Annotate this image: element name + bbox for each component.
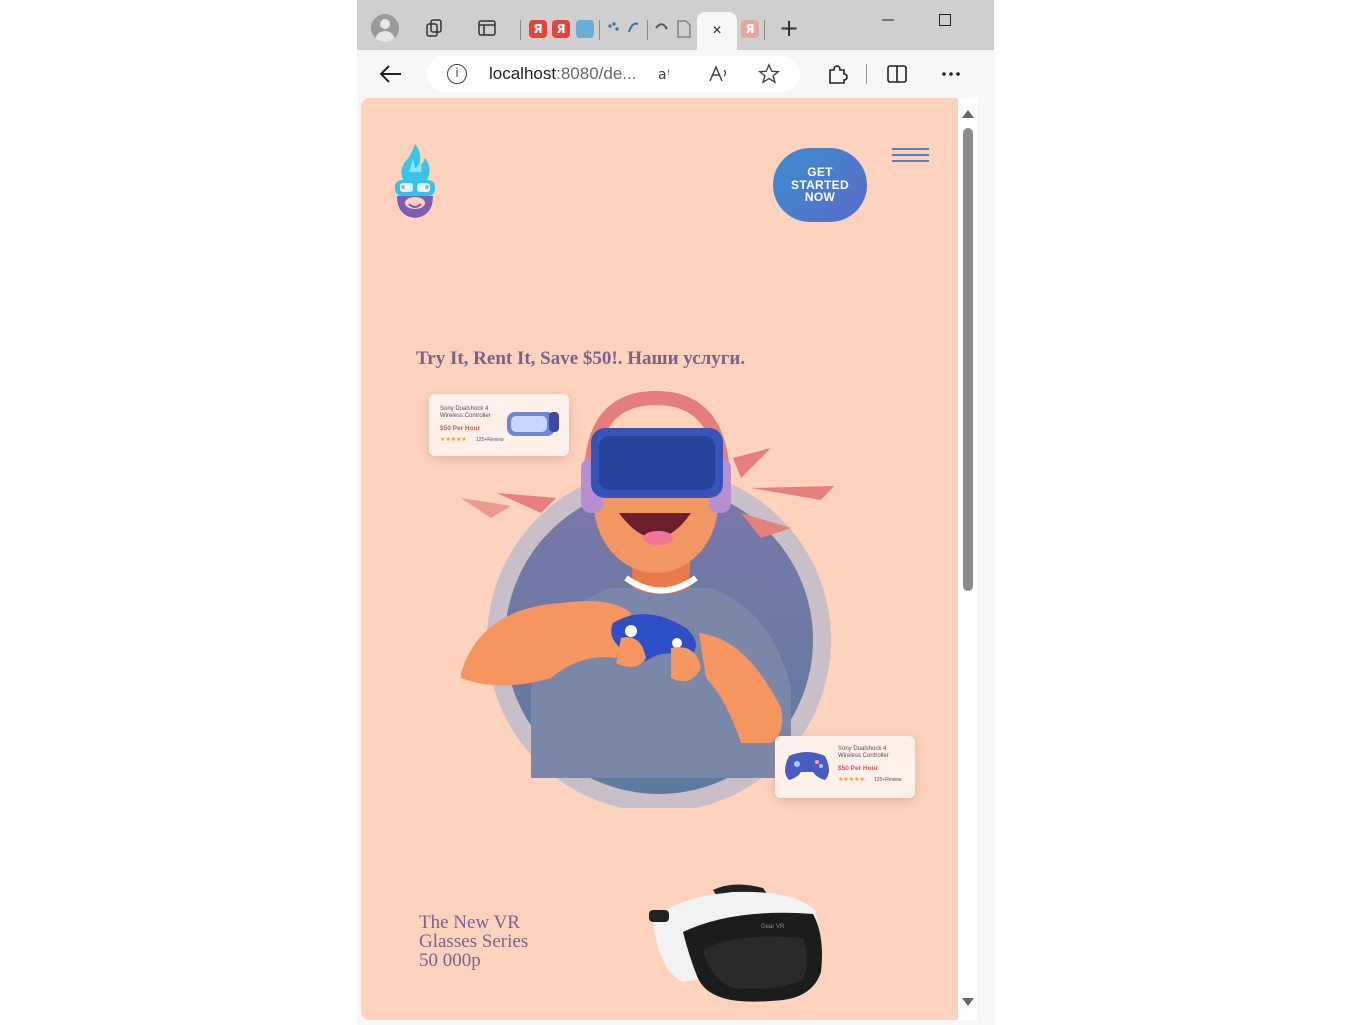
- url-text[interactable]: localhost:8080/de...: [489, 64, 636, 84]
- close-tab-icon[interactable]: ×: [712, 22, 721, 40]
- browser-window: Я Я × Я + i localhost:8080/de... a ꜝ GET…: [357, 0, 994, 1025]
- tab-loading-favicon[interactable]: [653, 20, 671, 38]
- scroll-up-arrow-icon[interactable]: [962, 110, 974, 118]
- card-product-name: Sony Dualshock 4 Wireless Controller: [440, 406, 491, 419]
- tab-dots-favicon[interactable]: [607, 20, 625, 38]
- address-bar[interactable]: i localhost:8080/de... aꜝ: [427, 56, 800, 92]
- vr-headset-product-image[interactable]: Gear VR: [643, 880, 825, 1009]
- address-bar-row: i localhost:8080/de... aꜝ: [357, 50, 994, 98]
- controller-rental-card[interactable]: Sony Dualshock 4 Wireless Controller $50…: [429, 394, 569, 456]
- extensions-puzzle-icon[interactable]: [823, 60, 851, 88]
- tab-dots-favicon[interactable]: [626, 20, 644, 38]
- get-started-label: GET STARTED NOW: [791, 165, 849, 205]
- vertical-tabs-icon[interactable]: [473, 14, 501, 42]
- back-arrow-icon[interactable]: [377, 60, 405, 88]
- tab-separator: [599, 20, 600, 40]
- card-rating-stars: ★★★★★: [838, 776, 865, 783]
- tab-strip: Я Я × Я +: [357, 0, 994, 50]
- card-review-count: 125+Review: [476, 437, 504, 443]
- vr-glasses-thumbnail-icon: [505, 406, 561, 445]
- svg-text:a: a: [658, 67, 667, 83]
- tab-gear-favicon[interactable]: [576, 20, 594, 38]
- read-aloud-icon[interactable]: [707, 62, 731, 86]
- translate-icon[interactable]: aꜝ: [657, 62, 681, 86]
- card-rating-stars: ★★★★★: [440, 436, 467, 443]
- split-screen-icon[interactable]: [883, 60, 911, 88]
- scroll-thumb[interactable]: [963, 128, 973, 591]
- vr-brand-print: Gear VR: [761, 924, 785, 930]
- more-menu-icon[interactable]: [937, 60, 965, 88]
- favorite-star-icon[interactable]: [757, 62, 781, 86]
- workspaces-icon[interactable]: [421, 14, 449, 42]
- svg-text:ꜝ: ꜝ: [667, 68, 670, 83]
- landing-page: GET STARTED NOW Try It, Rent It, Save $5…: [361, 98, 958, 1020]
- site-info-icon[interactable]: i: [447, 64, 467, 84]
- url-host: localhost: [489, 64, 557, 83]
- hamburger-menu-icon[interactable]: [892, 148, 929, 166]
- toolbar-separator: [866, 64, 867, 84]
- gamepad-thumbnail-icon: [783, 748, 831, 787]
- tab-separator: [764, 20, 765, 40]
- gamer-logo-icon[interactable]: [389, 140, 441, 227]
- tab-document-favicon[interactable]: [675, 20, 693, 38]
- scroll-down-arrow-icon[interactable]: [962, 998, 974, 1006]
- tab-yandex-favicon[interactable]: Я: [552, 20, 570, 38]
- new-tab-icon[interactable]: +: [775, 14, 803, 42]
- profile-avatar-icon[interactable]: [371, 14, 399, 42]
- maximize-icon[interactable]: [931, 8, 959, 32]
- card-price: $50 Per Hour: [838, 765, 879, 772]
- card-price: $50 Per Hour: [440, 425, 481, 432]
- url-path: :8080/de...: [556, 64, 637, 83]
- page-viewport: GET STARTED NOW Try It, Rent It, Save $5…: [361, 98, 977, 1020]
- tab-yandex-favicon[interactable]: Я: [741, 20, 759, 38]
- tab-separator: [520, 20, 521, 40]
- tab-separator: [647, 20, 648, 40]
- vr-series-heading: The New VR Glasses Series 50 000р: [419, 912, 529, 971]
- hero-tagline: Try It, Rent It, Save $50!. Наши услуги.: [416, 348, 746, 369]
- page-scrollbar[interactable]: [958, 98, 977, 1020]
- controller-rental-card[interactable]: Sony Dualshock 4 Wireless Controller $50…: [775, 736, 915, 798]
- active-tab[interactable]: ×: [697, 12, 737, 50]
- tab-yandex-favicon[interactable]: Я: [529, 20, 547, 38]
- card-product-name: Sony Dualshock 4 Wireless Controller: [838, 746, 889, 759]
- card-review-count: 125+Review: [874, 777, 902, 783]
- get-started-button[interactable]: GET STARTED NOW: [773, 148, 867, 222]
- minimize-icon[interactable]: [874, 8, 902, 32]
